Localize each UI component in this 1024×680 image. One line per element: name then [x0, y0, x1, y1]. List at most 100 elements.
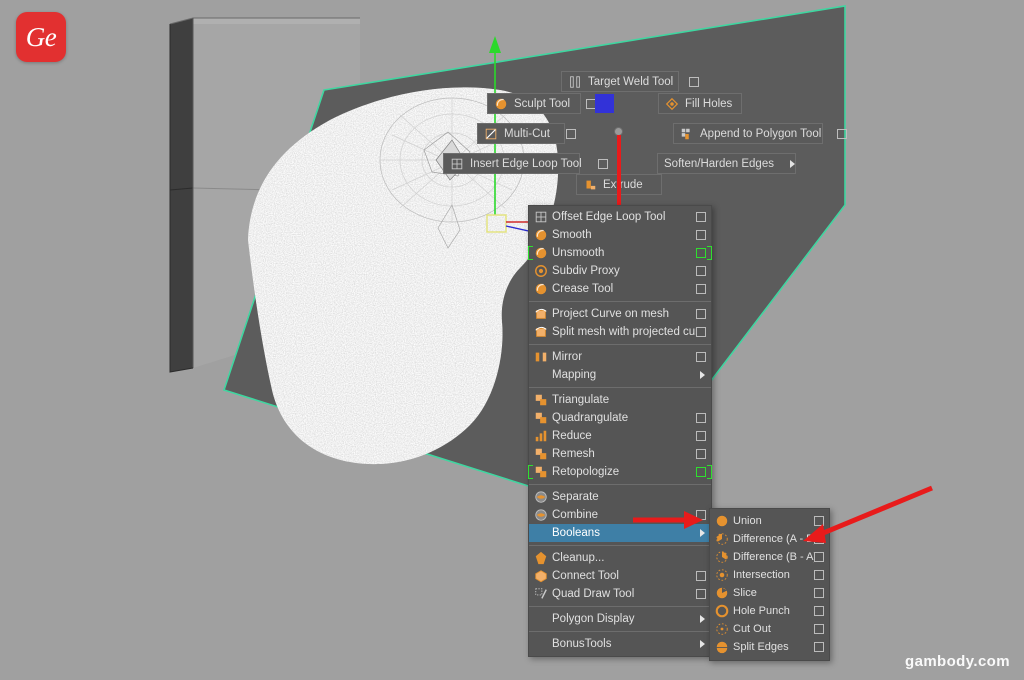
- option-box-icon[interactable]: [696, 212, 706, 222]
- option-box-icon[interactable]: [696, 467, 706, 477]
- maya-viewport-screenshot: Ge gambody.com Target Weld Tool Sculpt To…: [0, 0, 1024, 680]
- shelf-button-append-to-polygon-tool[interactable]: Append to Polygon Tool: [673, 123, 848, 144]
- shelf-button-soften-harden-edges[interactable]: Soften/Harden Edges: [657, 153, 796, 174]
- menu-item-union[interactable]: Union: [710, 512, 829, 530]
- modeling-menu[interactable]: Offset Edge Loop Tool Smooth Unsmooth Subdi…: [528, 205, 712, 657]
- menu-item-crease-tool[interactable]: Crease Tool: [529, 280, 711, 298]
- menu-item-difference-a-b[interactable]: Difference (A - B): [710, 530, 829, 548]
- menu-item-split-edges[interactable]: Split Edges: [710, 638, 829, 656]
- menu-item-label: Difference (B - A): [733, 551, 814, 563]
- menu-item-reduce[interactable]: Reduce: [529, 427, 711, 445]
- mirror-icon: [533, 350, 549, 364]
- menu-item-mapping[interactable]: Mapping: [529, 366, 711, 384]
- menu-item-split-mesh-with-projected-curve[interactable]: Split mesh with projected curve: [529, 323, 711, 341]
- option-box-icon[interactable]: [814, 642, 824, 652]
- drag-handle-dot[interactable]: [614, 127, 623, 136]
- menu-item-booleans[interactable]: Booleans: [529, 524, 711, 542]
- shelf-button-label: Fill Holes: [685, 97, 733, 110]
- shelf-button-insert-edge-loop-tool[interactable]: Insert Edge Loop Tool: [443, 153, 608, 174]
- submenu-chevron-right-icon: [700, 371, 705, 379]
- separate-icon: [533, 490, 549, 504]
- shelf-button-multi-cut[interactable]: Multi-Cut: [477, 123, 577, 144]
- menu-item-label: Slice: [733, 587, 757, 599]
- option-box-icon[interactable]: [814, 552, 824, 562]
- shelf-button-sculpt-tool[interactable]: Sculpt Tool: [487, 93, 597, 114]
- menu-item-separate[interactable]: Separate: [529, 488, 711, 506]
- menu-item-remesh[interactable]: Remesh: [529, 445, 711, 463]
- menu-item-bonustools[interactable]: BonusTools: [529, 635, 711, 653]
- option-box-icon[interactable]: [696, 248, 706, 258]
- shelf-button-extrude[interactable]: Extrude: [576, 174, 662, 195]
- shelf-button-fill-holes[interactable]: Fill Holes: [658, 93, 742, 114]
- menu-item-unsmooth[interactable]: Unsmooth: [528, 244, 712, 262]
- menu-item-combine[interactable]: Combine: [529, 506, 711, 524]
- option-box-icon[interactable]: [814, 534, 824, 544]
- menu-item-cleanup[interactable]: Cleanup...: [529, 549, 711, 567]
- color-swatch-blue[interactable]: [595, 94, 614, 113]
- option-box-icon[interactable]: [696, 266, 706, 276]
- intersection-icon: [714, 568, 730, 582]
- menu-item-connect-tool[interactable]: Connect Tool: [529, 567, 711, 585]
- option-box-icon[interactable]: [814, 570, 824, 580]
- option-box-icon[interactable]: [566, 128, 577, 139]
- append-polygon-icon: [680, 127, 694, 141]
- booleans-submenu[interactable]: Union Difference (A - B) Difference (B - A…: [709, 508, 830, 661]
- sculpt-icon: [494, 97, 508, 111]
- submenu-chevron-right-icon: [700, 529, 705, 537]
- option-box-icon[interactable]: [814, 588, 824, 598]
- menu-item-retopologize[interactable]: Retopologize: [528, 463, 712, 481]
- menu-item-offset-edge-loop-tool[interactable]: Offset Edge Loop Tool: [529, 208, 711, 226]
- shelf-button-target-weld-tool[interactable]: Target Weld Tool: [561, 71, 700, 92]
- menu-item-label: Union: [733, 515, 762, 527]
- menu-item-label: Smooth: [552, 229, 592, 241]
- menu-item-quad-draw-tool[interactable]: Quad Draw Tool: [529, 585, 711, 603]
- menu-item-label: Connect Tool: [552, 570, 619, 582]
- chevron-right-icon: [789, 159, 795, 168]
- menu-item-label: Quad Draw Tool: [552, 588, 635, 600]
- menu-item-polygon-display[interactable]: Polygon Display: [529, 610, 711, 628]
- option-box-icon[interactable]: [696, 230, 706, 240]
- unsmooth-icon: [533, 246, 549, 260]
- option-box-icon[interactable]: [696, 327, 706, 337]
- option-box-icon[interactable]: [696, 449, 706, 459]
- option-box-icon[interactable]: [814, 624, 824, 634]
- target-weld-icon: [568, 75, 582, 89]
- remesh-icon: [533, 447, 549, 461]
- menu-item-mirror[interactable]: Mirror: [529, 348, 711, 366]
- menu-item-smooth[interactable]: Smooth: [529, 226, 711, 244]
- menu-item-intersection[interactable]: Intersection: [710, 566, 829, 584]
- menu-separator: [529, 606, 711, 607]
- option-box-icon[interactable]: [696, 413, 706, 423]
- crease-icon: [533, 282, 549, 296]
- extrude-icon: [583, 178, 597, 192]
- connect-tool-icon: [533, 569, 549, 583]
- menu-item-triangulate[interactable]: Triangulate: [529, 391, 711, 409]
- menu-item-label: Subdiv Proxy: [552, 265, 620, 277]
- option-box-icon[interactable]: [696, 284, 706, 294]
- menu-item-difference-b-a[interactable]: Difference (B - A): [710, 548, 829, 566]
- menu-item-quadrangulate[interactable]: Quadrangulate: [529, 409, 711, 427]
- menu-item-hole-punch[interactable]: Hole Punch: [710, 602, 829, 620]
- shelf-button-label: Target Weld Tool: [588, 75, 674, 88]
- option-box-icon[interactable]: [696, 571, 706, 581]
- menu-item-slice[interactable]: Slice: [710, 584, 829, 602]
- option-box-icon[interactable]: [696, 431, 706, 441]
- option-box-icon[interactable]: [837, 128, 848, 139]
- option-box-icon[interactable]: [696, 589, 706, 599]
- menu-item-label: Mapping: [552, 369, 597, 381]
- menu-item-label: Hole Punch: [733, 605, 790, 617]
- option-box-icon[interactable]: [689, 76, 700, 87]
- menu-item-project-curve-on-mesh[interactable]: Project Curve on mesh: [529, 305, 711, 323]
- option-box-icon[interactable]: [597, 158, 608, 169]
- option-box-icon[interactable]: [814, 606, 824, 616]
- option-box-icon[interactable]: [814, 516, 824, 526]
- option-box-icon[interactable]: [696, 309, 706, 319]
- fill-holes-icon: [665, 97, 679, 111]
- option-box-icon[interactable]: [696, 510, 706, 520]
- option-box-icon[interactable]: [696, 352, 706, 362]
- submenu-chevron-right-icon: [700, 615, 705, 623]
- menu-item-label: Retopologize: [552, 466, 620, 478]
- menu-item-subdiv-proxy[interactable]: Subdiv Proxy: [529, 262, 711, 280]
- menu-item-label: Offset Edge Loop Tool: [552, 211, 666, 223]
- menu-item-cut-out[interactable]: Cut Out: [710, 620, 829, 638]
